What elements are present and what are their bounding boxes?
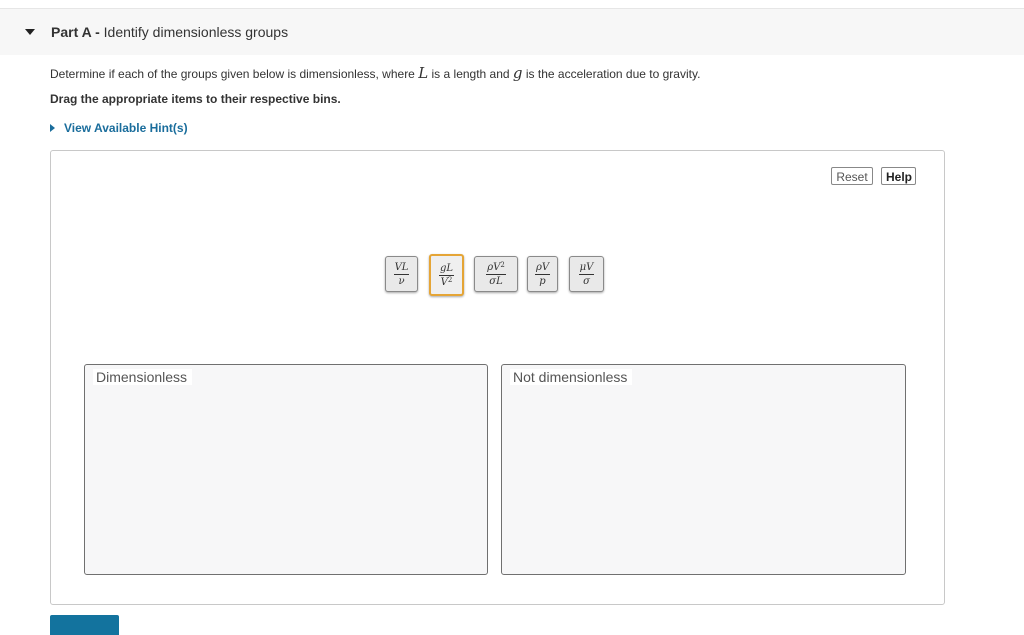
drag-instruction: Drag the appropriate items to their resp…: [50, 92, 341, 106]
part-header[interactable]: Part A - Identify dimensionless groups: [0, 8, 1024, 55]
tile-denominator: V: [440, 276, 448, 288]
fraction: μV σ: [578, 261, 595, 287]
variable-g: g: [512, 64, 523, 82]
instructions-part-1: Determine if each of the groups given be…: [50, 67, 415, 81]
instructions-part-3: is the acceleration due to gravity.: [525, 67, 701, 81]
instructions-part-2: is a length and: [431, 67, 510, 81]
bin-label: Dimensionless: [93, 369, 193, 385]
tile-numerator-exponent: 2: [500, 260, 505, 269]
instructions-text: Determine if each of the groups given be…: [50, 64, 700, 82]
fraction: VL ν: [393, 261, 410, 287]
tile-denominator: σ: [583, 275, 590, 287]
help-button[interactable]: Help: [881, 167, 916, 185]
fraction: ρV2 σL: [486, 260, 506, 287]
fraction: ρV p: [534, 261, 551, 287]
tile-denominator: ν: [398, 275, 405, 287]
fraction: gL V2: [438, 262, 455, 288]
draggable-tile-vl-over-nu[interactable]: VL ν: [385, 256, 418, 292]
tile-numerator: VL: [394, 261, 409, 273]
draggable-tile-gl-over-v-squared[interactable]: gL V2: [429, 254, 464, 296]
submit-button[interactable]: [50, 615, 119, 635]
caret-down-icon[interactable]: [25, 29, 35, 35]
part-prefix: Part A -: [51, 24, 100, 40]
bin-label: Not dimensionless: [510, 369, 633, 385]
bin-dimensionless[interactable]: Dimensionless: [84, 364, 488, 575]
tile-numerator: ρV: [535, 261, 550, 273]
bin-not-dimensionless[interactable]: Not dimensionless: [501, 364, 906, 575]
tile-denominator: p: [539, 275, 546, 287]
tile-numerator: ρV: [487, 261, 501, 273]
caret-right-icon: [50, 124, 55, 132]
draggable-tile-rho-v-squared-over-sigma-l[interactable]: ρV2 σL: [474, 256, 518, 292]
tile-denominator: σL: [489, 275, 503, 287]
tile-numerator: μV: [579, 261, 594, 273]
view-hints-label: View Available Hint(s): [64, 121, 188, 135]
variable-L: L: [418, 64, 429, 82]
tile-numerator: gL: [439, 262, 454, 274]
view-hints-link[interactable]: View Available Hint(s): [50, 121, 188, 135]
tile-denominator-exponent: 2: [447, 275, 453, 284]
part-title: Part A - Identify dimensionless groups: [51, 24, 288, 40]
part-title-text: Identify dimensionless groups: [103, 24, 289, 40]
draggable-tile-rho-v-over-p[interactable]: ρV p: [527, 256, 558, 292]
draggable-tile-mu-v-over-sigma[interactable]: μV σ: [569, 256, 604, 292]
reset-button[interactable]: Reset: [831, 167, 873, 185]
